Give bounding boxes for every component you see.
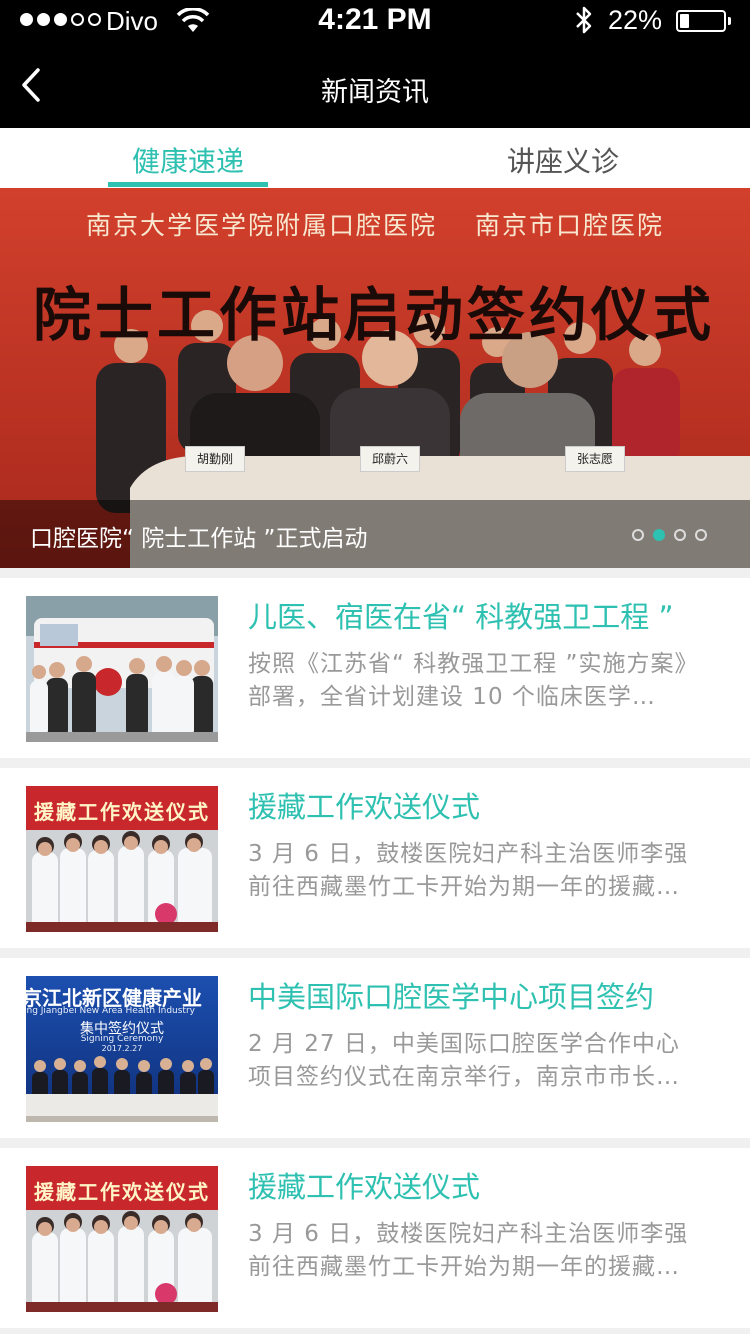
active-tab-indicator (108, 182, 268, 187)
news-thumbnail (26, 596, 218, 742)
news-thumbnail: 京江北新区健康产业 ing Jiangbei New Area Health I… (26, 976, 218, 1122)
nameplate: 张志愿 (565, 446, 625, 472)
battery-percentage: 22% (608, 5, 663, 35)
news-summary: 2 月 27 日，中美国际口腔医学合作中心 项目签约仪式在南京举行，南京市市长… (248, 1031, 680, 1090)
news-summary: 按照《江苏省“ 科教强卫工程 ”实施方案》 部署，全省计划建设 10 个临床医学… (248, 651, 699, 710)
news-title: 援藏工作欢送仪式 (248, 1170, 481, 1204)
tab-lectures-clinics[interactable]: 讲座义诊 (443, 140, 683, 180)
nameplate: 胡勤刚 (185, 446, 245, 472)
bluetooth-icon (576, 6, 592, 34)
navigation-bar: 新闻资讯 (0, 44, 750, 128)
news-item[interactable]: 援藏工作欢送仪式 援藏工作欢送仪式 3 月 6 日，鼓楼医院妇产科主治医师李强 … (0, 768, 750, 948)
page-indicator-dot[interactable] (632, 529, 644, 541)
banner-carousel[interactable]: 南京大学医学院附属口腔医院 南京市口腔医院 院士工作站启动签约仪式 胡勤刚 邱蔚… (0, 188, 750, 568)
news-summary: 3 月 6 日，鼓楼医院妇产科主治医师李强 前往西藏墨竹工卡开始为期一年的援藏… (248, 841, 689, 900)
banner-image-headline: 院士工作站启动签约仪式 (32, 281, 715, 349)
tab-health-express[interactable]: 健康速递 (68, 140, 308, 180)
battery-icon (676, 10, 726, 32)
thumbnail-text-line: ing Jiangbei New Area Health Industry (26, 1006, 195, 1016)
thumbnail-banner-text: 援藏工作欢送仪式 (34, 1180, 210, 1204)
page-indicator-dot[interactable] (695, 529, 707, 541)
top-bar: Divo 4:21 PM 22% 新闻资讯 (0, 0, 750, 128)
news-item[interactable]: 援藏工作欢送仪式 援藏工作欢送仪式 3 月 6 日，鼓楼医院妇产科主治医师李强 … (0, 1148, 750, 1328)
banner-page-indicator[interactable] (632, 529, 707, 541)
thumbnail-banner-text: 援藏工作欢送仪式 (34, 800, 210, 824)
page-indicator-dot[interactable] (653, 529, 665, 541)
thumbnail-text-line: 2017.2.27 (101, 1044, 143, 1053)
news-summary: 3 月 6 日，鼓楼医院妇产科主治医师李强 前往西藏墨竹工卡开始为期一年的援藏… (248, 1221, 689, 1280)
page-title: 新闻资讯 (321, 77, 429, 108)
status-bar: Divo 4:21 PM 22% (0, 0, 750, 40)
news-thumbnail: 援藏工作欢送仪式 (26, 786, 218, 932)
news-title: 儿医、宿医在省“ 科教强卫工程 ” (248, 600, 674, 634)
tab-bar: 健康速递 讲座义诊 (0, 128, 750, 188)
news-item[interactable]: 儿医、宿医在省“ 科教强卫工程 ” 按照《江苏省“ 科教强卫工程 ”实施方案》 … (0, 578, 750, 758)
banner-caption[interactable]: 口腔医院“ 院士工作站 ”正式启动 (30, 519, 367, 553)
page-indicator-dot[interactable] (674, 529, 686, 541)
news-item[interactable]: 京江北新区健康产业 ing Jiangbei New Area Health I… (0, 958, 750, 1138)
nameplate: 邱蔚六 (360, 446, 420, 472)
banner-image-header: 南京大学医学院附属口腔医院 南京市口腔医院 (86, 211, 664, 240)
news-title: 援藏工作欢送仪式 (248, 790, 481, 824)
news-title: 中美国际口腔医学中心项目签约 (248, 980, 655, 1014)
thumbnail-text-line: Signing Ceremony (80, 1034, 164, 1044)
news-thumbnail: 援藏工作欢送仪式 (26, 1166, 218, 1312)
